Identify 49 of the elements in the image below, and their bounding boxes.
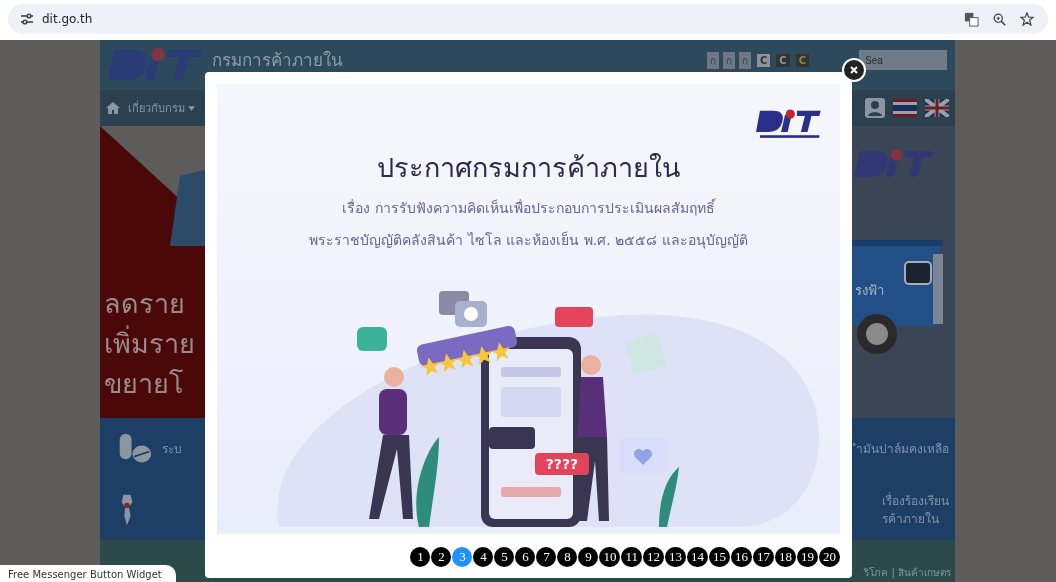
service-link[interactable]: เรื่องร้องเรียน รค้าภายใน bbox=[882, 491, 949, 528]
page-button[interactable]: 7 bbox=[536, 547, 557, 567]
page-button[interactable]: 12 bbox=[643, 547, 664, 567]
contrast-button[interactable]: C bbox=[756, 53, 771, 67]
page-button[interactable]: 11 bbox=[621, 547, 642, 567]
announcement-subtitle: เรื่อง การรับฟังความคิดเห็นเพื่อประกอบการประเมินผลสัมฤทธิ์ bbox=[342, 197, 715, 218]
home-icon[interactable] bbox=[106, 102, 120, 114]
page-button[interactable]: 13 bbox=[665, 547, 686, 567]
caret-icon[interactable] bbox=[188, 105, 195, 111]
site-settings-icon[interactable] bbox=[20, 13, 34, 25]
page-button[interactable]: 14 bbox=[687, 547, 708, 567]
organization-name: กรมการค้าภายใน bbox=[212, 49, 343, 72]
address-bar[interactable]: dit.go.th bbox=[8, 4, 1048, 34]
close-icon bbox=[849, 65, 859, 75]
uk-flag-icon[interactable] bbox=[925, 99, 949, 117]
bookmark-star-icon[interactable] bbox=[1020, 12, 1034, 26]
page-button[interactable]: 16 bbox=[731, 547, 752, 567]
page-button[interactable]: 5 bbox=[494, 547, 515, 567]
page-button[interactable]: 8 bbox=[557, 547, 578, 567]
banner-headline: เพิ่มราย bbox=[104, 324, 220, 364]
truck-sign-text: รงฟ้า bbox=[855, 282, 884, 300]
announcement-subtitle: พระราชบัญญัติคลังสินค้า ไซโล และห้องเย็น พ.ศ. ๒๕๕๘ และอนุบัญญัติ bbox=[309, 230, 748, 251]
page-button[interactable]: 19 bbox=[797, 547, 818, 567]
page-button[interactable]: 4 bbox=[473, 547, 494, 567]
banner-headline: ขยายโ bbox=[104, 367, 185, 401]
page-button[interactable]: 2 bbox=[431, 547, 452, 567]
thai-flag-icon[interactable] bbox=[893, 99, 917, 117]
search-field[interactable]: Sea bbox=[859, 50, 947, 70]
page-button[interactable]: 20 bbox=[819, 547, 840, 567]
contrast-button[interactable]: C bbox=[776, 53, 790, 67]
translate-icon[interactable] bbox=[964, 11, 979, 27]
page-button[interactable]: 1 bbox=[410, 547, 431, 567]
banner-headline: ลดราย bbox=[104, 287, 186, 321]
page-button[interactable]: 9 bbox=[578, 547, 599, 567]
page-button[interactable]: 18 bbox=[775, 547, 796, 567]
zoom-icon[interactable] bbox=[993, 12, 1006, 26]
announcement-title: ประกาศกรมการค้าภายใน bbox=[377, 151, 680, 185]
nav-menu-item[interactable]: เกี่ยวกับกรม bbox=[128, 99, 185, 117]
service-link[interactable]: ระบ bbox=[162, 439, 182, 458]
user-icon[interactable] bbox=[865, 98, 885, 118]
pill-icon[interactable] bbox=[118, 431, 152, 466]
messenger-widget-label[interactable]: Free Messenger Button Widget bbox=[0, 565, 176, 582]
url-text: dit.go.th bbox=[42, 12, 93, 26]
speech-bubble: ???? bbox=[534, 453, 589, 475]
page-button[interactable]: 15 bbox=[709, 547, 730, 567]
page-button[interactable]: 6 bbox=[515, 547, 536, 567]
page-button[interactable]: 10 bbox=[599, 547, 621, 567]
page-button[interactable]: 17 bbox=[753, 547, 774, 567]
dit-logo bbox=[756, 108, 822, 140]
